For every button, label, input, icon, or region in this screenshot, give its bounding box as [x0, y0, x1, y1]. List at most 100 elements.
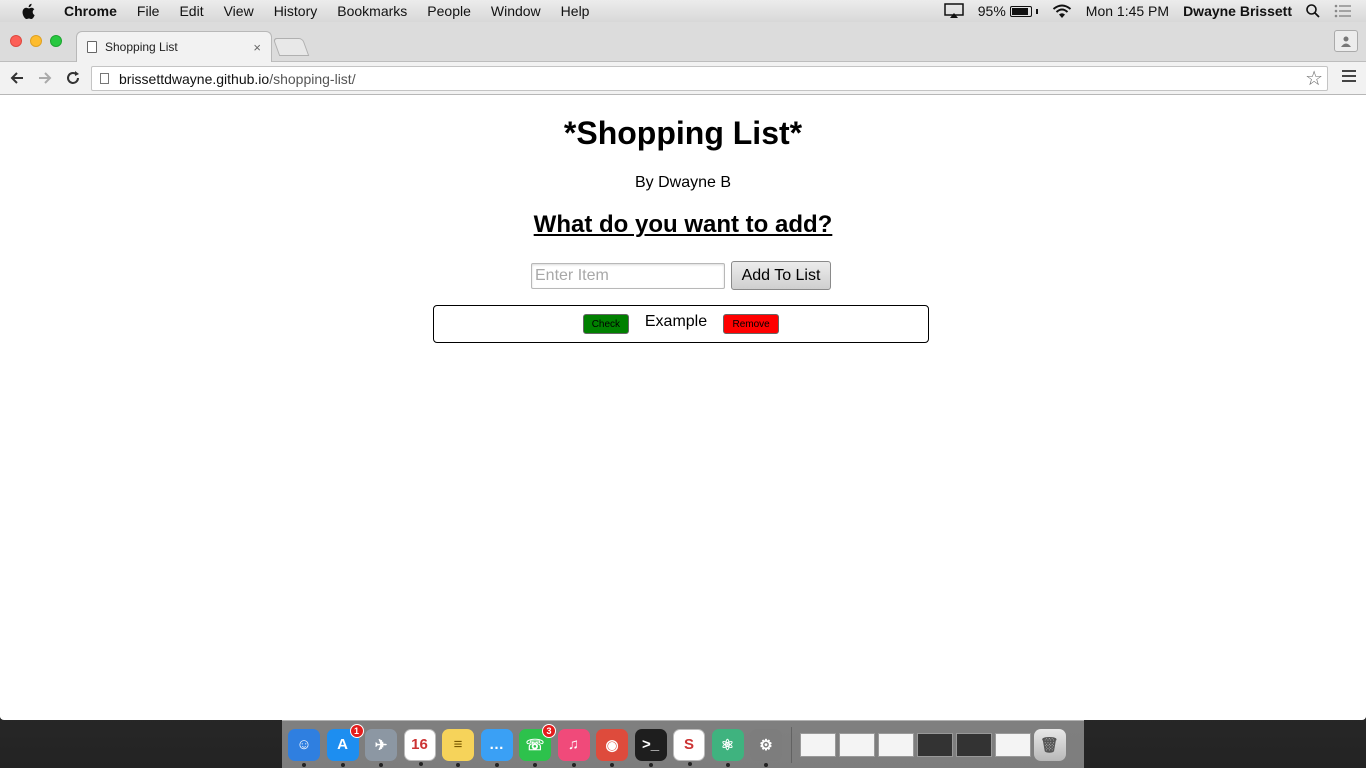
- dock-glyph: ⚛: [720, 736, 735, 754]
- dock-trash-icon[interactable]: 🗑: [1033, 728, 1066, 761]
- dock-slack-icon[interactable]: S: [673, 728, 705, 766]
- menu-help[interactable]: Help: [551, 0, 600, 22]
- dock-glyph: ≡: [453, 736, 463, 753]
- page-favicon-icon: [87, 41, 97, 53]
- page-info-icon[interactable]: [100, 73, 109, 84]
- dock-glyph: A: [337, 736, 348, 753]
- running-indicator: [302, 762, 306, 767]
- dock-glyph: ◉: [605, 736, 619, 754]
- forward-button[interactable]: [34, 67, 56, 89]
- dock: ☺ A 1 ✈ 16 ≡ … ☏ 3 ♫ ◉ >_ S ⚛ ⚙ 🗑: [282, 720, 1084, 768]
- page-content: *Shopping List* By Dwayne B What do you …: [0, 95, 1366, 719]
- list-item: Check Example Remove: [433, 305, 929, 343]
- dock-messages-icon[interactable]: …: [480, 728, 513, 767]
- forward-arrow-icon: [39, 72, 52, 84]
- dock-finder-icon[interactable]: ☺: [288, 728, 320, 767]
- dock-minimized-window[interactable]: [838, 732, 875, 757]
- battery-nub: [1035, 8, 1038, 14]
- tab-shopping-list[interactable]: Shopping List ×: [76, 31, 272, 62]
- item-input[interactable]: [531, 262, 725, 289]
- reload-button[interactable]: [62, 67, 84, 89]
- reload-icon: [67, 71, 79, 84]
- menubar-user-name[interactable]: Dwayne Brissett: [1183, 3, 1292, 19]
- page-author: By Dwayne B: [634, 174, 732, 191]
- notification-center-icon[interactable]: [1334, 4, 1352, 18]
- running-indicator: [610, 762, 614, 767]
- bookmark-star-icon[interactable]: ☆: [1305, 66, 1323, 91]
- battery-status[interactable]: 95%: [978, 3, 1038, 19]
- notification-badge: 3: [542, 723, 556, 738]
- window-zoom-button[interactable]: [50, 35, 62, 47]
- menu-bookmarks[interactable]: Bookmarks: [327, 0, 417, 22]
- tab-title: Shopping List: [105, 40, 178, 54]
- dock-minimized-window[interactable]: [955, 732, 992, 757]
- chrome-menu-button[interactable]: [1342, 70, 1356, 85]
- running-indicator: [648, 762, 653, 767]
- running-indicator: [688, 761, 692, 766]
- window-minimize-button[interactable]: [30, 35, 42, 47]
- dock-notes-icon[interactable]: ≡: [442, 728, 474, 767]
- browser-toolbar: brissettdwayne.github.io /shopping-list/…: [0, 62, 1366, 95]
- dock-itunes-icon[interactable]: ♫: [557, 728, 590, 767]
- dock-glyph: ♫: [567, 736, 580, 753]
- menu-history[interactable]: History: [264, 0, 328, 22]
- menubar-clock[interactable]: Mon 1:45 PM: [1086, 3, 1169, 19]
- url-path: /shopping-list/: [269, 70, 356, 87]
- running-indicator: [494, 762, 499, 767]
- menu-app-name[interactable]: Chrome: [54, 0, 127, 22]
- dock-chrome-icon[interactable]: ◉: [596, 728, 628, 767]
- battery-icon: [1009, 5, 1032, 17]
- dock-terminal-icon[interactable]: >_: [634, 728, 667, 767]
- menu-window[interactable]: Window: [481, 0, 551, 22]
- dock-minimized-window[interactable]: [916, 732, 953, 757]
- notification-badge: 1: [349, 723, 364, 738]
- menu-edit[interactable]: Edit: [169, 0, 213, 22]
- running-indicator: [533, 762, 537, 767]
- menu-people[interactable]: People: [417, 0, 481, 22]
- dock-system-preferences-icon[interactable]: ⚙: [750, 728, 782, 767]
- new-tab-button[interactable]: [272, 38, 310, 56]
- dock-minimized-window[interactable]: [799, 732, 836, 757]
- dock-minimized-window[interactable]: [877, 732, 914, 757]
- add-item-form: Add To List: [531, 261, 831, 290]
- add-to-list-button[interactable]: Add To List: [731, 261, 831, 290]
- person-icon: [1341, 36, 1351, 47]
- back-button[interactable]: [6, 67, 28, 89]
- remove-button[interactable]: Remove: [723, 314, 780, 334]
- dock-calendar-icon[interactable]: 16: [403, 728, 436, 766]
- apple-icon[interactable]: [20, 3, 36, 20]
- tab-close-icon[interactable]: ×: [253, 40, 261, 55]
- wifi-icon[interactable]: [1052, 4, 1072, 19]
- profile-button[interactable]: [1334, 30, 1358, 52]
- menu-file[interactable]: File: [127, 0, 170, 22]
- dock-atom-icon[interactable]: ⚛: [711, 728, 744, 767]
- dock-separator: [790, 726, 792, 763]
- battery-level-fill: [1011, 7, 1028, 15]
- back-arrow-icon: [10, 72, 23, 84]
- spotlight-search-icon[interactable]: [1306, 4, 1320, 18]
- dock-glyph: ☏: [525, 736, 545, 754]
- dock-glyph: ☺: [296, 736, 312, 753]
- browser-window: Shopping List × brissettdwayne.github.io…: [0, 22, 1366, 720]
- dock-minimized-window[interactable]: [994, 732, 1031, 757]
- dock-glyph: 16: [411, 736, 428, 753]
- running-indicator: [571, 762, 576, 767]
- airplay-icon[interactable]: [944, 3, 964, 19]
- dock-launchpad-icon[interactable]: ✈: [365, 728, 397, 767]
- running-indicator: [725, 762, 730, 767]
- page-title: *Shopping List*: [563, 115, 803, 151]
- battery-percent: 95%: [977, 3, 1006, 19]
- dock-glyph: …: [489, 736, 504, 753]
- dock-glyph: ⚙: [759, 736, 773, 754]
- running-indicator: [340, 762, 345, 767]
- running-indicator: [764, 762, 768, 767]
- dock-glyph: ✈: [374, 736, 388, 754]
- dock-app-store-icon[interactable]: A1: [326, 723, 364, 767]
- dock-facetime-icon[interactable]: ☏ 3: [519, 723, 556, 767]
- address-bar[interactable]: brissettdwayne.github.io /shopping-list/…: [91, 66, 1328, 91]
- dock-glyph: S: [683, 736, 694, 753]
- running-indicator: [379, 762, 383, 767]
- check-button[interactable]: Check: [582, 314, 629, 334]
- menu-view[interactable]: View: [214, 0, 264, 22]
- window-close-button[interactable]: [10, 35, 22, 47]
